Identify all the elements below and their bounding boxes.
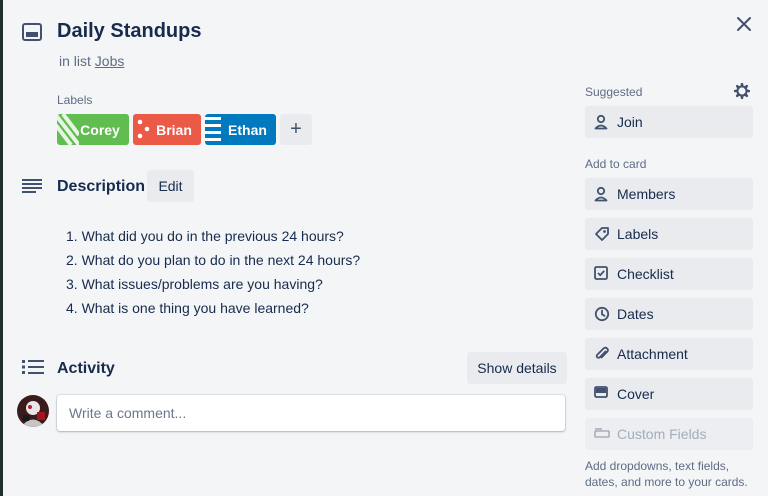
paperclip-icon [595,346,609,359]
person-icon [594,114,608,130]
cover-button[interactable]: Cover [585,378,753,410]
members-label: Members [617,186,676,202]
comment-input[interactable]: Write a comment... [57,395,565,431]
person-icon [594,186,608,202]
add-label-button[interactable]: + [280,114,312,145]
card-list-info: in list Jobs [59,53,124,69]
plus-icon: + [290,118,302,140]
labels-button[interactable]: Labels [585,218,753,250]
suggested-heading: Suggested [585,85,643,99]
clock-icon [594,306,610,322]
attachment-button[interactable]: Attachment [585,338,753,370]
in-list-prefix: in list [59,53,91,69]
card-icon [22,23,42,41]
join-button[interactable]: Join [585,106,753,138]
attachment-label: Attachment [617,346,688,362]
gear-icon[interactable] [733,82,751,100]
activity-icon [22,360,44,374]
label-name: Brian [156,121,192,138]
description-item: 1. What did you do in the previous 24 ho… [66,228,344,244]
cover-label: Cover [617,386,655,402]
custom-fields-icon [594,428,610,438]
labels-heading: Labels [57,93,93,107]
edit-description-button[interactable]: Edit [147,170,194,202]
label-name: Corey [80,121,120,138]
label-name: Ethan [228,121,267,138]
close-icon[interactable] [732,12,756,36]
description-item: 4. What is one thing you have learned? [66,300,309,316]
avatar[interactable] [17,395,49,427]
label-corey[interactable]: Corey [57,114,129,145]
description-item: 3. What issues/problems are you having? [66,276,323,292]
list-link[interactable]: Jobs [95,53,125,69]
description-icon [22,179,42,193]
label-brian[interactable]: Brian [133,114,201,145]
show-details-button[interactable]: Show details [467,352,567,384]
tag-icon [595,227,609,241]
custom-fields-button: Custom Fields [585,418,753,450]
background-edge [0,0,3,496]
card-title[interactable]: Daily Standups [57,20,201,43]
members-button[interactable]: Members [585,178,753,210]
labels-label: Labels [617,226,659,242]
custom-fields-label: Custom Fields [617,426,707,442]
custom-fields-note: Add dropdowns, text fields, dates, and m… [585,459,748,489]
add-to-card-heading: Add to card [585,157,647,171]
description-heading: Description [57,178,146,195]
activity-heading: Activity [57,360,115,377]
description-item: 2. What do you plan to do in the next 24… [66,252,361,268]
label-ethan[interactable]: Ethan [205,114,276,145]
checklist-icon [594,266,608,280]
dates-label: Dates [617,306,654,322]
checklist-button[interactable]: Checklist [585,258,753,290]
join-label: Join [617,114,643,130]
checklist-label: Checklist [617,266,674,282]
description-content[interactable]: 1. What did you do in the previous 24 ho… [66,224,360,320]
dates-button[interactable]: Dates [585,298,753,330]
cover-icon [594,386,608,398]
